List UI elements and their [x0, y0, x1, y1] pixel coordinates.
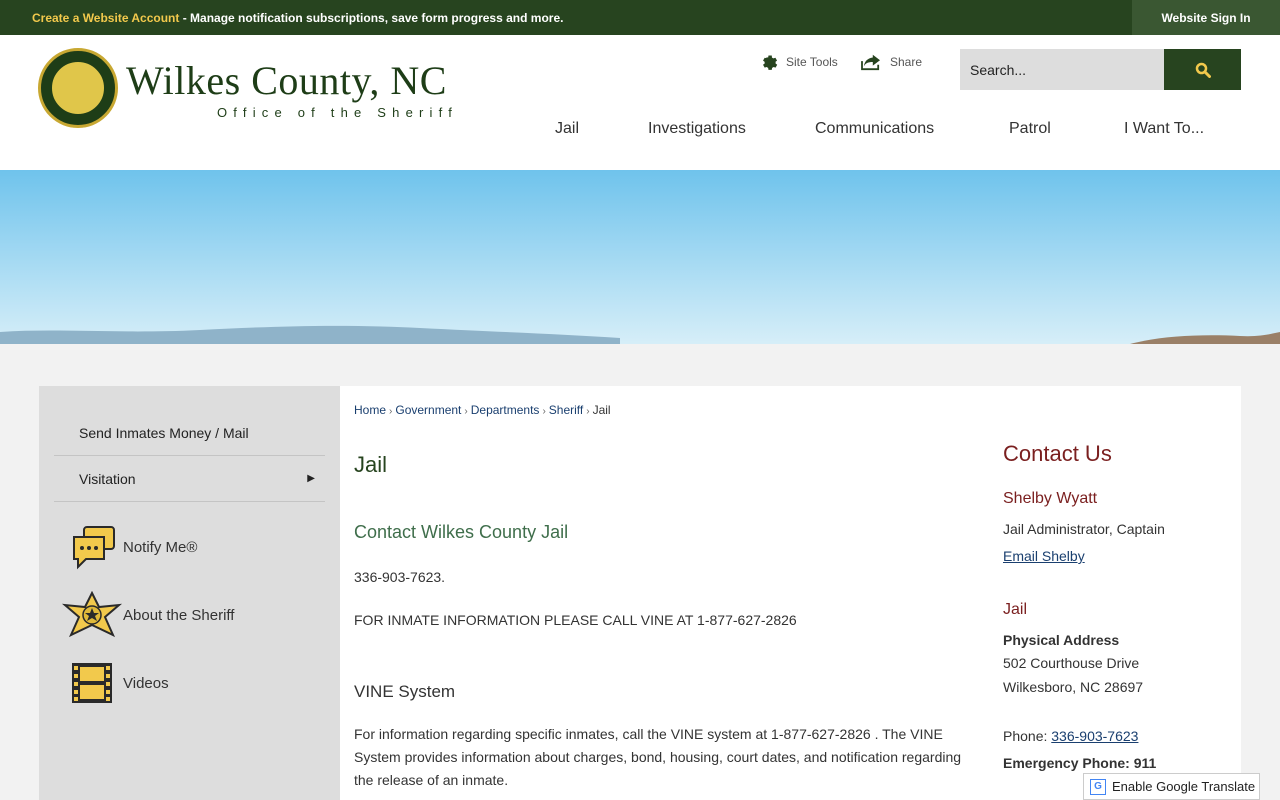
inmate-info-text: FOR INMATE INFORMATION PLEASE CALL VINE … [354, 612, 797, 628]
phone-row: Phone: 336-903-7623 [1003, 728, 1138, 744]
share-button[interactable]: Share [860, 53, 922, 71]
account-message-text: - Manage notification subscriptions, sav… [179, 11, 564, 25]
translate-label: Enable Google Translate [1112, 779, 1256, 794]
jail-phone-text: 336-903-7623. [354, 569, 446, 585]
breadcrumb-sheriff[interactable]: Sheriff [549, 403, 583, 417]
quick-link-notify-me[interactable]: Notify Me® [61, 522, 197, 572]
location-name: Jail [1003, 601, 1028, 618]
quick-link-label: Videos [123, 674, 169, 692]
search-box [960, 49, 1241, 90]
create-account-link[interactable]: Create a Website Account [32, 11, 179, 25]
quick-link-label: Notify Me® [123, 538, 198, 556]
share-icon [861, 54, 880, 71]
site-title[interactable]: Wilkes County, NC [126, 57, 447, 104]
breadcrumb-government[interactable]: Government [395, 403, 461, 417]
phone-link[interactable]: 336-903-7623 [1051, 728, 1138, 744]
account-message: Create a Website Account - Manage notifi… [32, 11, 563, 25]
sheriff-badge-icon [61, 590, 123, 640]
sidebar-item-label: Send Inmates Money / Mail [79, 424, 249, 441]
email-shelby-link[interactable]: Email Shelby [1003, 548, 1085, 564]
contact-name: Shelby Wyatt [1003, 490, 1098, 507]
emergency-number: 911 [1133, 755, 1157, 771]
site-tools-button[interactable]: Site Tools [760, 53, 838, 71]
nav-investigations[interactable]: Investigations [648, 120, 746, 138]
breadcrumb: Home › Government › Departments › Sheriff › Jail [354, 403, 611, 417]
breadcrumb-separator-icon: › [464, 406, 468, 417]
nav-communications[interactable]: Communications [815, 120, 934, 138]
breadcrumb-home[interactable]: Home [354, 403, 386, 417]
website-sign-in-button[interactable]: Website Sign In [1132, 0, 1280, 35]
emergency-phone-row: Emergency Phone: 911 [1003, 755, 1156, 771]
page-title: Jail [354, 452, 388, 477]
quick-link-videos[interactable]: Videos [61, 658, 169, 708]
breadcrumb-departments[interactable]: Departments [471, 403, 540, 417]
nav-i-want-to[interactable]: I Want To... [1124, 120, 1204, 138]
address-label: Physical Address [1003, 632, 1120, 648]
expand-arrow-icon[interactable]: ▶ [307, 473, 315, 484]
county-seal-logo[interactable] [38, 48, 118, 128]
breadcrumb-separator-icon: › [542, 406, 546, 417]
nav-jail[interactable]: Jail [555, 120, 579, 138]
hero-banner [0, 170, 1280, 344]
mountain-silhouette [0, 325, 1280, 344]
section-heading-vine: VINE System [354, 682, 456, 701]
main-nav: Jail Investigations Communications Patro… [0, 120, 1280, 140]
site-header: Wilkes County, NC Office of the Sheriff … [0, 35, 1280, 170]
site-subtitle: Office of the Sheriff [217, 105, 459, 120]
sidebar-item-label: Visitation [79, 470, 136, 487]
address-line-2: Wilkesboro, NC 28697 [1003, 679, 1144, 695]
contact-title: Contact Us [1003, 441, 1112, 466]
section-heading-contact: Contact Wilkes County Jail [354, 522, 569, 542]
sidebar-item-visitation[interactable]: Visitation ▶ [54, 456, 325, 502]
quick-link-about-the-sheriff[interactable]: About the Sheriff [61, 590, 234, 640]
breadcrumb-separator-icon: › [586, 406, 590, 417]
main-content: Home › Government › Departments › Sheriff › Jail… [340, 386, 1241, 800]
sidebar-item-send-inmates-money[interactable]: Send Inmates Money / Mail [54, 410, 325, 456]
breadcrumb-separator-icon: › [389, 406, 393, 417]
quick-link-label: About the Sheriff [123, 606, 235, 624]
google-translate-button[interactable]: G Enable Google Translate [1083, 773, 1260, 800]
nav-patrol[interactable]: Patrol [1009, 120, 1051, 138]
top-bar: Create a Website Account - Manage notifi… [0, 0, 1280, 35]
phone-label: Phone: [1003, 728, 1052, 744]
chat-bubbles-icon [61, 522, 123, 572]
site-tools-label: Site Tools [786, 55, 838, 69]
emergency-label: Emergency Phone: [1003, 755, 1134, 771]
search-input[interactable] [960, 49, 1164, 90]
gear-icon [763, 55, 778, 70]
sidebar: Send Inmates Money / Mail Visitation ▶ N… [39, 386, 340, 800]
film-strip-icon [61, 658, 123, 708]
search-button[interactable] [1164, 49, 1241, 90]
share-label: Share [890, 55, 923, 69]
breadcrumb-current: Jail [592, 403, 611, 417]
vine-description: For information regarding specific inmat… [354, 726, 962, 788]
google-icon: G [1090, 778, 1106, 795]
address-line-1: 502 Courthouse Drive [1003, 655, 1140, 671]
contact-role: Jail Administrator, Captain [1003, 521, 1165, 537]
search-icon [1195, 62, 1211, 78]
seal-center [50, 60, 106, 116]
